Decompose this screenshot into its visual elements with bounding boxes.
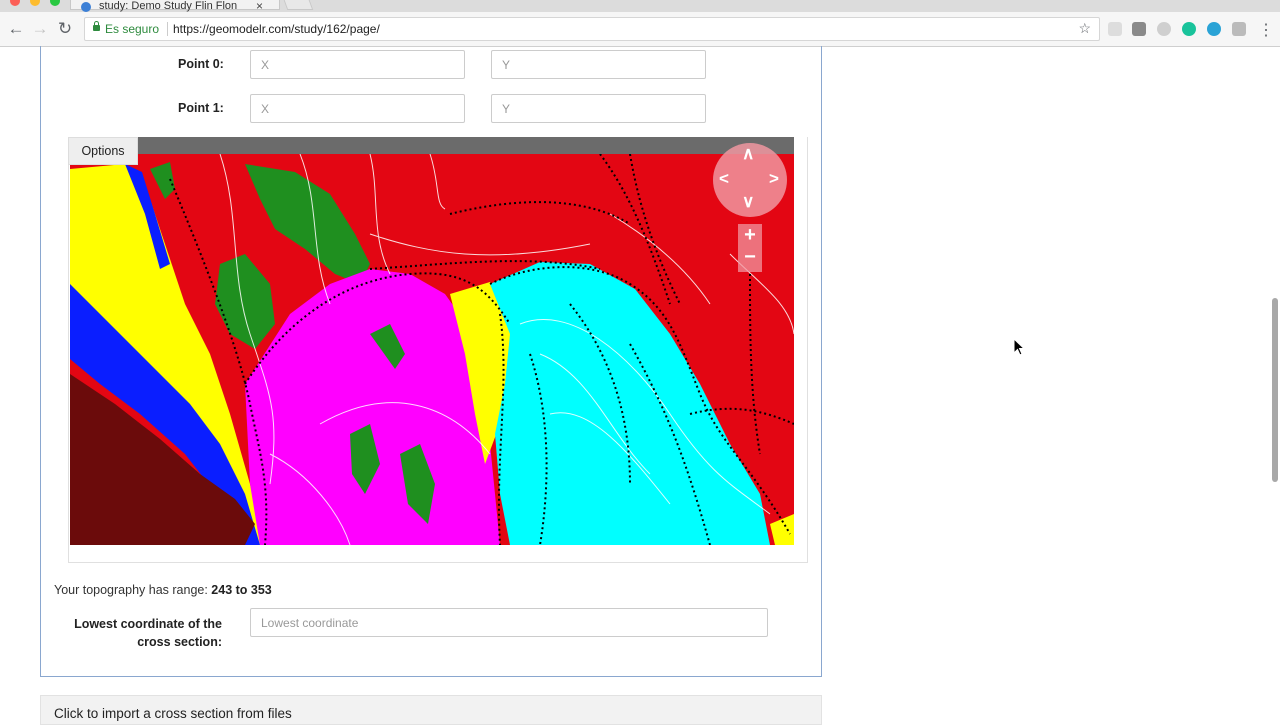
forward-icon[interactable]: → (29, 18, 51, 40)
lowest-label-line2: cross section: (137, 635, 222, 649)
topography-prefix: Your topography has range: (54, 583, 212, 597)
star-icon[interactable]: ☆ (1078, 20, 1091, 37)
lowest-coordinate-input[interactable] (250, 608, 768, 637)
pan-up-icon[interactable]: ∧ (742, 144, 754, 164)
browser-toolbar: ← → ↻ Es seguro https://geomodelr.com/st… (0, 12, 1280, 47)
lowest-label-line1: Lowest coordinate of the (74, 617, 222, 631)
map-header-bar (68, 137, 794, 154)
topography-range-text: Your topography has range: 243 to 353 (54, 583, 272, 597)
pan-down-icon[interactable]: ∨ (742, 192, 754, 212)
close-window-button[interactable] (10, 0, 20, 6)
zoom-out-icon[interactable]: − (738, 246, 762, 269)
menu-icon[interactable]: ⋮ (1258, 20, 1274, 40)
url-text[interactable]: https://geomodelr.com/study/162/page/ (173, 22, 380, 36)
import-cross-section-bar[interactable]: Click to import a cross section from fil… (40, 695, 822, 725)
zoom-in-icon[interactable]: + (738, 224, 762, 247)
topography-range-value: 243 to 353 (211, 583, 272, 597)
geologic-map-canvas[interactable] (70, 154, 794, 545)
favicon-icon (81, 2, 91, 12)
back-icon[interactable]: ← (5, 18, 27, 40)
pan-left-icon[interactable]: < (719, 169, 729, 189)
minimize-window-button[interactable] (30, 0, 40, 6)
secure-label: Es seguro (105, 22, 160, 36)
tab-close-icon[interactable]: × (256, 0, 263, 12)
point1-x-input[interactable] (250, 94, 465, 123)
extension-icon-5[interactable] (1207, 22, 1221, 36)
options-button[interactable]: Options (68, 137, 138, 165)
zoom-control: + − (738, 224, 762, 272)
tab-strip: study: Demo Study Flin Flon × (0, 0, 1280, 12)
extension-icon-2[interactable] (1132, 22, 1146, 36)
lock-icon (93, 21, 100, 31)
point0-label: Point 0: (178, 57, 224, 71)
address-bar[interactable]: Es seguro https://geomodelr.com/study/16… (84, 17, 1100, 41)
import-cross-section-label[interactable]: Click to import a cross section from fil… (54, 706, 292, 721)
maximize-window-button[interactable] (50, 0, 60, 6)
extension-icon-3[interactable] (1157, 22, 1171, 36)
omnibox-divider (167, 22, 168, 36)
pan-control[interactable]: ∧ ∨ < > (713, 143, 787, 217)
browser-tab[interactable]: study: Demo Study Flin Flon × (70, 0, 280, 12)
pan-right-icon[interactable]: > (769, 169, 779, 189)
point1-label: Point 1: (178, 101, 224, 115)
geologic-map[interactable] (70, 154, 794, 545)
mouse-cursor-icon (1013, 338, 1026, 356)
point1-y-input[interactable] (491, 94, 706, 123)
point0-x-input[interactable] (250, 50, 465, 79)
lowest-coordinate-label: Lowest coordinate of the cross section: (62, 615, 222, 651)
extension-icon-4[interactable] (1182, 22, 1196, 36)
extension-icon-6[interactable] (1232, 22, 1246, 36)
page-scrollbar[interactable] (1272, 298, 1278, 482)
tab-title: study: Demo Study Flin Flon (99, 0, 238, 12)
extension-icon-1[interactable] (1108, 22, 1122, 36)
reload-icon[interactable]: ↻ (54, 18, 76, 40)
point0-y-input[interactable] (491, 50, 706, 79)
new-tab-button[interactable] (280, 0, 314, 10)
